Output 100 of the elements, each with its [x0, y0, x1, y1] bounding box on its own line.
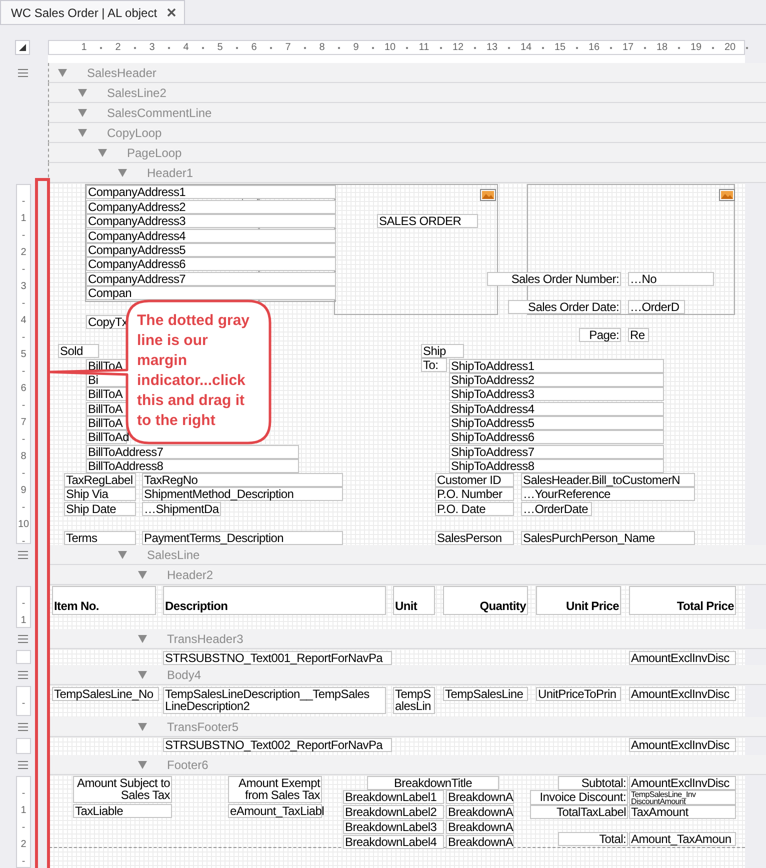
drag-handle-icon[interactable] — [18, 723, 28, 731]
report-field[interactable]: CompanyAddress4 — [86, 229, 336, 243]
report-field[interactable]: CompanyAddress5 — [86, 243, 336, 257]
report-field[interactable]: CompanyAddress2 — [86, 200, 336, 214]
report-field[interactable]: ShipToAddress7 — [449, 445, 664, 459]
report-field[interactable]: P.O. Date — [435, 502, 514, 516]
report-field[interactable]: BreakdownA — [446, 835, 514, 849]
report-field[interactable]: P.O. Number — [435, 487, 514, 501]
report-field[interactable]: CompanyAddress6 — [86, 257, 336, 271]
report-field[interactable]: AmountExclInvDisc — [629, 776, 736, 790]
report-field[interactable]: Amount Exempt from Sales Tax — [228, 776, 322, 803]
column-header[interactable]: Unit Price — [536, 586, 621, 615]
report-field[interactable]: Sales Order Date: — [508, 300, 621, 314]
drag-handle-icon[interactable] — [18, 551, 28, 559]
report-field[interactable]: eAmount_TaxLiabl — [228, 804, 322, 818]
report-field[interactable]: BreakdownLabel4 — [343, 835, 444, 849]
expand-triangle-icon[interactable] — [78, 89, 87, 97]
expand-triangle-icon[interactable] — [78, 129, 87, 137]
report-field[interactable]: CompanyAddress1 — [86, 185, 336, 199]
expand-triangle-icon[interactable] — [118, 169, 127, 177]
report-field[interactable]: STRSUBSTNO_Text002_ReportForNavPa — [163, 738, 392, 752]
report-field[interactable]: TaxLiable — [73, 804, 172, 818]
drag-handle-icon[interactable] — [18, 635, 28, 643]
column-header[interactable]: Total Price — [629, 586, 736, 615]
report-field[interactable]: ShipToAddress4 — [449, 402, 664, 416]
report-field[interactable]: BillToAddress8 — [86, 459, 299, 473]
drag-handle-icon[interactable] — [18, 69, 28, 77]
report-field[interactable]: TempSalesLine — [443, 687, 528, 701]
report-field[interactable]: …No — [628, 272, 714, 286]
report-field[interactable]: ShipToAddress1 — [449, 359, 664, 373]
report-field[interactable]: BreakdownLabel2 — [343, 805, 444, 819]
report-field[interactable]: Compan — [86, 286, 336, 300]
report-field[interactable]: Page: — [579, 328, 621, 342]
report-field[interactable]: TempS alesLin — [393, 687, 435, 714]
report-field[interactable]: TempSalesLineDescription__TempSales LineDescription2 — [163, 687, 386, 714]
column-header[interactable]: Description — [163, 586, 386, 615]
expand-triangle-icon[interactable] — [138, 671, 147, 679]
expand-triangle-icon[interactable] — [118, 551, 127, 559]
report-field[interactable]: Customer ID — [435, 473, 514, 487]
report-field[interactable]: …OrderDate — [521, 502, 592, 516]
expand-triangle-icon[interactable] — [138, 571, 147, 579]
report-field[interactable]: BreakdownTitle — [367, 776, 499, 790]
report-field[interactable]: BillToA — [86, 416, 127, 430]
report-field[interactable]: SalesHeader.Bill_toCustomerN — [521, 473, 695, 487]
report-field[interactable]: Invoice Discount: — [530, 790, 628, 805]
report-field[interactable]: Amount Subject to Sales Tax — [73, 776, 172, 803]
report-field[interactable]: Total: — [558, 832, 628, 846]
report-field[interactable]: Ship Date — [64, 502, 136, 516]
drag-handle-icon[interactable] — [18, 671, 28, 679]
report-field[interactable]: BreakdownA — [446, 805, 514, 819]
report-field[interactable]: TotalTaxLabel — [530, 805, 628, 819]
report-field[interactable]: To: — [421, 358, 447, 372]
report-field[interactable]: TempSalesLine_Inv DiscountAmount — [629, 790, 736, 805]
report-field[interactable]: ShipToAddress5 — [449, 416, 664, 430]
report-field[interactable]: TaxAmount — [629, 805, 736, 819]
report-field[interactable]: SalesPurchPerson_Name — [521, 531, 695, 545]
report-field[interactable]: …OrderD — [628, 300, 685, 314]
expand-triangle-icon[interactable] — [138, 761, 147, 769]
report-field[interactable]: CompanyAddress3 — [86, 214, 336, 228]
expand-triangle-icon[interactable] — [58, 69, 67, 77]
column-header[interactable]: Quantity — [443, 586, 528, 615]
report-field[interactable]: BillToA — [86, 402, 127, 416]
report-field[interactable]: ShipToAddress2 — [449, 373, 664, 387]
report-field[interactable]: BreakdownLabel3 — [343, 820, 444, 834]
report-field[interactable]: BreakdownLabel1 — [343, 790, 444, 804]
report-field[interactable]: AmountExclInvDisc — [629, 651, 736, 665]
expand-triangle-icon[interactable] — [138, 635, 147, 643]
report-field[interactable]: CompanyAddress7 — [86, 272, 336, 286]
report-field[interactable]: BillToAd — [86, 430, 127, 444]
report-field[interactable]: TempSalesLine_No — [52, 687, 159, 701]
report-field[interactable]: AmountExclInvDisc — [629, 738, 736, 752]
expand-triangle-icon[interactable] — [138, 723, 147, 731]
column-header[interactable]: Item No. — [52, 586, 156, 615]
column-header[interactable]: Unit — [393, 586, 435, 615]
report-field[interactable]: ShipToAddress8 — [449, 459, 664, 473]
drag-handle-icon[interactable] — [18, 761, 28, 769]
report-field[interactable]: ShipmentMethod_Description — [142, 487, 343, 501]
report-field[interactable]: AmountExclInvDisc — [629, 687, 736, 701]
report-field[interactable]: CopyTx — [86, 315, 127, 329]
report-field[interactable]: STRSUBSTNO_Text001_ReportForNavPa — [163, 651, 392, 665]
report-field[interactable]: Ship — [421, 344, 464, 358]
expand-triangle-icon[interactable] — [98, 149, 107, 157]
close-icon[interactable] — [167, 8, 176, 17]
report-field[interactable]: Re — [628, 328, 649, 342]
report-field[interactable]: TaxRegNo — [142, 473, 343, 487]
report-field[interactable]: BillToAddress7 — [86, 445, 299, 459]
report-field[interactable]: TaxRegLabel — [64, 473, 136, 487]
report-field[interactable]: UnitPriceToPrin — [536, 687, 621, 701]
report-field[interactable]: BillToA — [86, 387, 127, 401]
report-field[interactable]: Sales Order Number: — [487, 272, 621, 286]
report-field[interactable]: SALES ORDER — [377, 214, 478, 228]
report-field[interactable]: Subtotal: — [558, 776, 628, 790]
report-field[interactable]: ShipToAddress3 — [449, 387, 664, 401]
report-field[interactable]: …ShipmentDa — [142, 502, 221, 516]
report-field[interactable]: PaymentTerms_Description — [142, 531, 343, 545]
report-field[interactable]: Terms — [64, 531, 136, 545]
report-field[interactable]: Amount_TaxAmoun — [629, 832, 736, 846]
corner-button[interactable] — [15, 40, 30, 54]
report-field[interactable]: BreakdownA — [446, 790, 514, 804]
report-field[interactable]: Ship Via — [64, 487, 136, 501]
